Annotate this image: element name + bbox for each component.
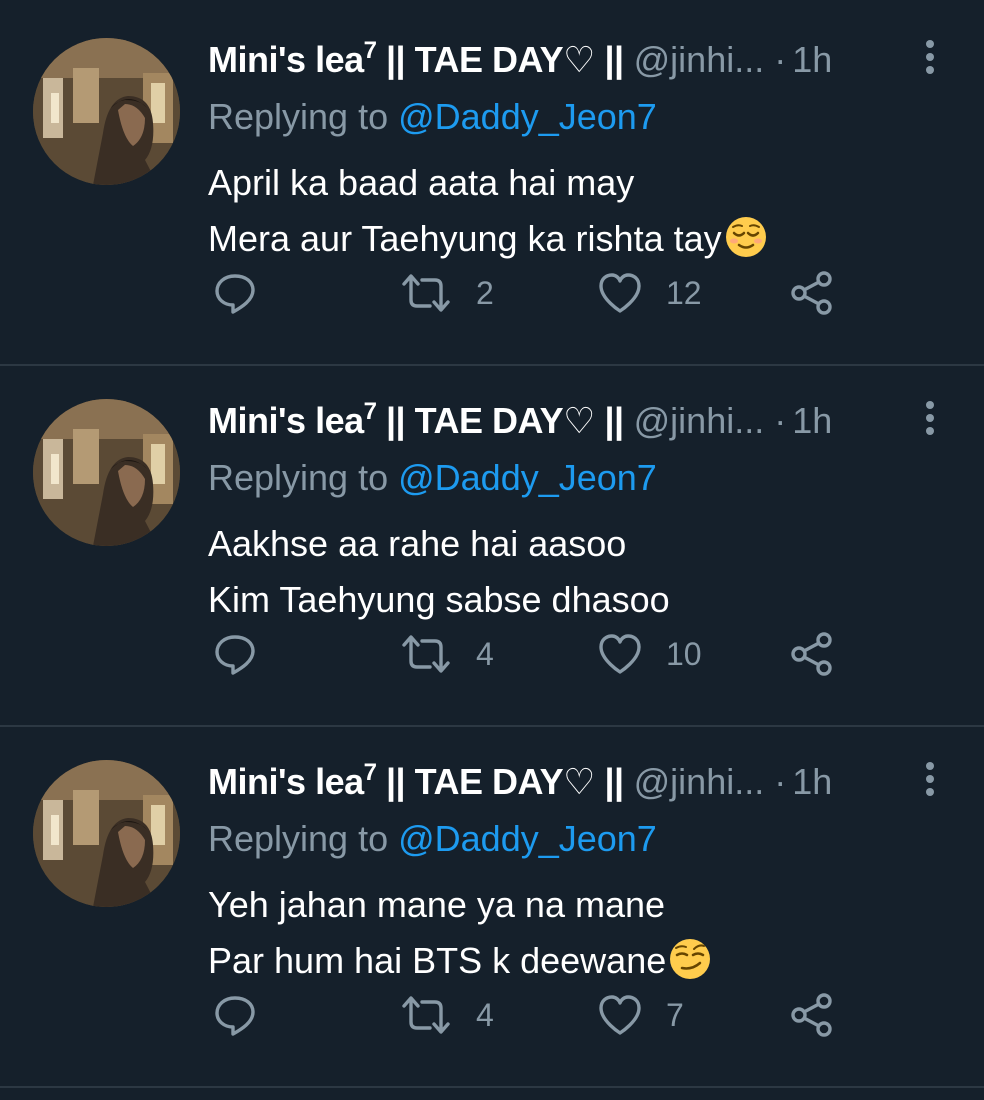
reply-button[interactable] (212, 268, 258, 318)
relieved-face-emoji (725, 217, 766, 257)
tweet[interactable]: Mini's lea7 || TAE DAY♡ || @jinhi... · 1h … (0, 0, 984, 361)
smirking-face-emoji (670, 939, 711, 979)
retweet-button[interactable]: 4 (398, 629, 494, 679)
like-button[interactable]: 12 (596, 268, 702, 318)
retweet-icon (402, 996, 450, 1034)
like-count: 10 (666, 635, 702, 672)
retweet-count: 4 (476, 635, 494, 672)
retweet-button[interactable]: 4 (398, 990, 494, 1040)
share-icon (791, 271, 832, 315)
separator-dot: · (774, 39, 787, 80)
reply-button[interactable] (212, 629, 258, 679)
tweet-divider (0, 1086, 984, 1088)
tweet[interactable]: Mini's lea7 || TAE DAY♡ || @jinhi... · 1h … (0, 722, 984, 1083)
reply-button[interactable] (212, 990, 258, 1040)
separator-dot: · (774, 761, 787, 802)
retweet-count: 4 (476, 996, 494, 1033)
tweet-header: Mini's lea7 || TAE DAY♡ || @jinhi... · 1h (208, 399, 948, 443)
user-handle[interactable]: @jinhi... (634, 761, 765, 802)
like-count: 12 (666, 274, 702, 311)
like-button[interactable]: 7 (596, 990, 684, 1040)
timestamp[interactable]: 1h (792, 761, 832, 802)
retweet-count: 2 (476, 274, 494, 311)
replying-to: Replying to @Daddy_Jeon7 (208, 818, 657, 859)
tweet-text-line: Aakhse aa rahe hai aasoo (208, 523, 627, 564)
reply-mention-link[interactable]: @Daddy_Jeon7 (398, 96, 657, 137)
display-name[interactable]: Mini's lea7 || TAE DAY♡ || (208, 39, 624, 81)
user-handle[interactable]: @jinhi... (634, 400, 765, 441)
share-button[interactable] (789, 629, 835, 679)
reply-icon (215, 274, 255, 314)
more-options-icon[interactable] (916, 397, 944, 439)
tweet-text-line: Kim Taehyung sabse dhasoo (208, 579, 670, 620)
like-button[interactable]: 10 (596, 629, 702, 679)
tweet-text: Yeh jahan mane ya na mane Par hum hai BT… (208, 877, 712, 989)
display-name[interactable]: Mini's lea7 || TAE DAY♡ || (208, 400, 624, 442)
tweet-text: Aakhse aa rahe hai aasoo Kim Taehyung sa… (208, 516, 670, 628)
reply-mention-link[interactable]: @Daddy_Jeon7 (398, 818, 657, 859)
tweet-text-line: Par hum hai BTS k deewane (208, 933, 712, 989)
tweet-text-line: Mera aur Taehyung ka rishta tay (208, 211, 768, 267)
avatar[interactable] (33, 760, 180, 907)
tweet-text-line: April ka baad aata hai may (208, 162, 635, 203)
replying-to: Replying to @Daddy_Jeon7 (208, 96, 657, 137)
tweet-header: Mini's lea7 || TAE DAY♡ || @jinhi... · 1h (208, 38, 948, 82)
timestamp[interactable]: 1h (792, 39, 832, 80)
heart-icon (599, 995, 641, 1035)
tweet-actions: 2 12 (0, 268, 984, 318)
retweet-icon (402, 274, 450, 312)
share-icon (791, 632, 832, 676)
tweet-text: April ka baad aata hai may Mera aur Taeh… (208, 155, 768, 267)
reply-mention-link[interactable]: @Daddy_Jeon7 (398, 457, 657, 498)
tweet[interactable]: Mini's lea7 || TAE DAY♡ || @jinhi... · 1h … (0, 361, 984, 722)
share-button[interactable] (789, 268, 835, 318)
reply-icon (215, 635, 255, 675)
heart-icon (599, 273, 641, 313)
reply-icon (215, 996, 255, 1036)
user-handle[interactable]: @jinhi... (634, 39, 765, 80)
display-name[interactable]: Mini's lea7 || TAE DAY♡ || (208, 761, 624, 803)
avatar[interactable] (33, 399, 180, 546)
more-options-icon[interactable] (916, 36, 944, 78)
heart-icon (599, 634, 641, 674)
tweet-actions: 4 7 (0, 990, 984, 1040)
separator-dot: · (774, 400, 787, 441)
like-count: 7 (666, 996, 684, 1033)
more-options-icon[interactable] (916, 758, 944, 800)
retweet-icon (402, 635, 450, 673)
tweet-header: Mini's lea7 || TAE DAY♡ || @jinhi... · 1h (208, 760, 948, 804)
retweet-button[interactable]: 2 (398, 268, 494, 318)
replying-to: Replying to @Daddy_Jeon7 (208, 457, 657, 498)
tweet-actions: 4 10 (0, 629, 984, 679)
avatar[interactable] (33, 38, 180, 185)
share-button[interactable] (789, 990, 835, 1040)
timestamp[interactable]: 1h (792, 400, 832, 441)
share-icon (791, 993, 832, 1037)
tweet-text-line: Yeh jahan mane ya na mane (208, 884, 666, 925)
